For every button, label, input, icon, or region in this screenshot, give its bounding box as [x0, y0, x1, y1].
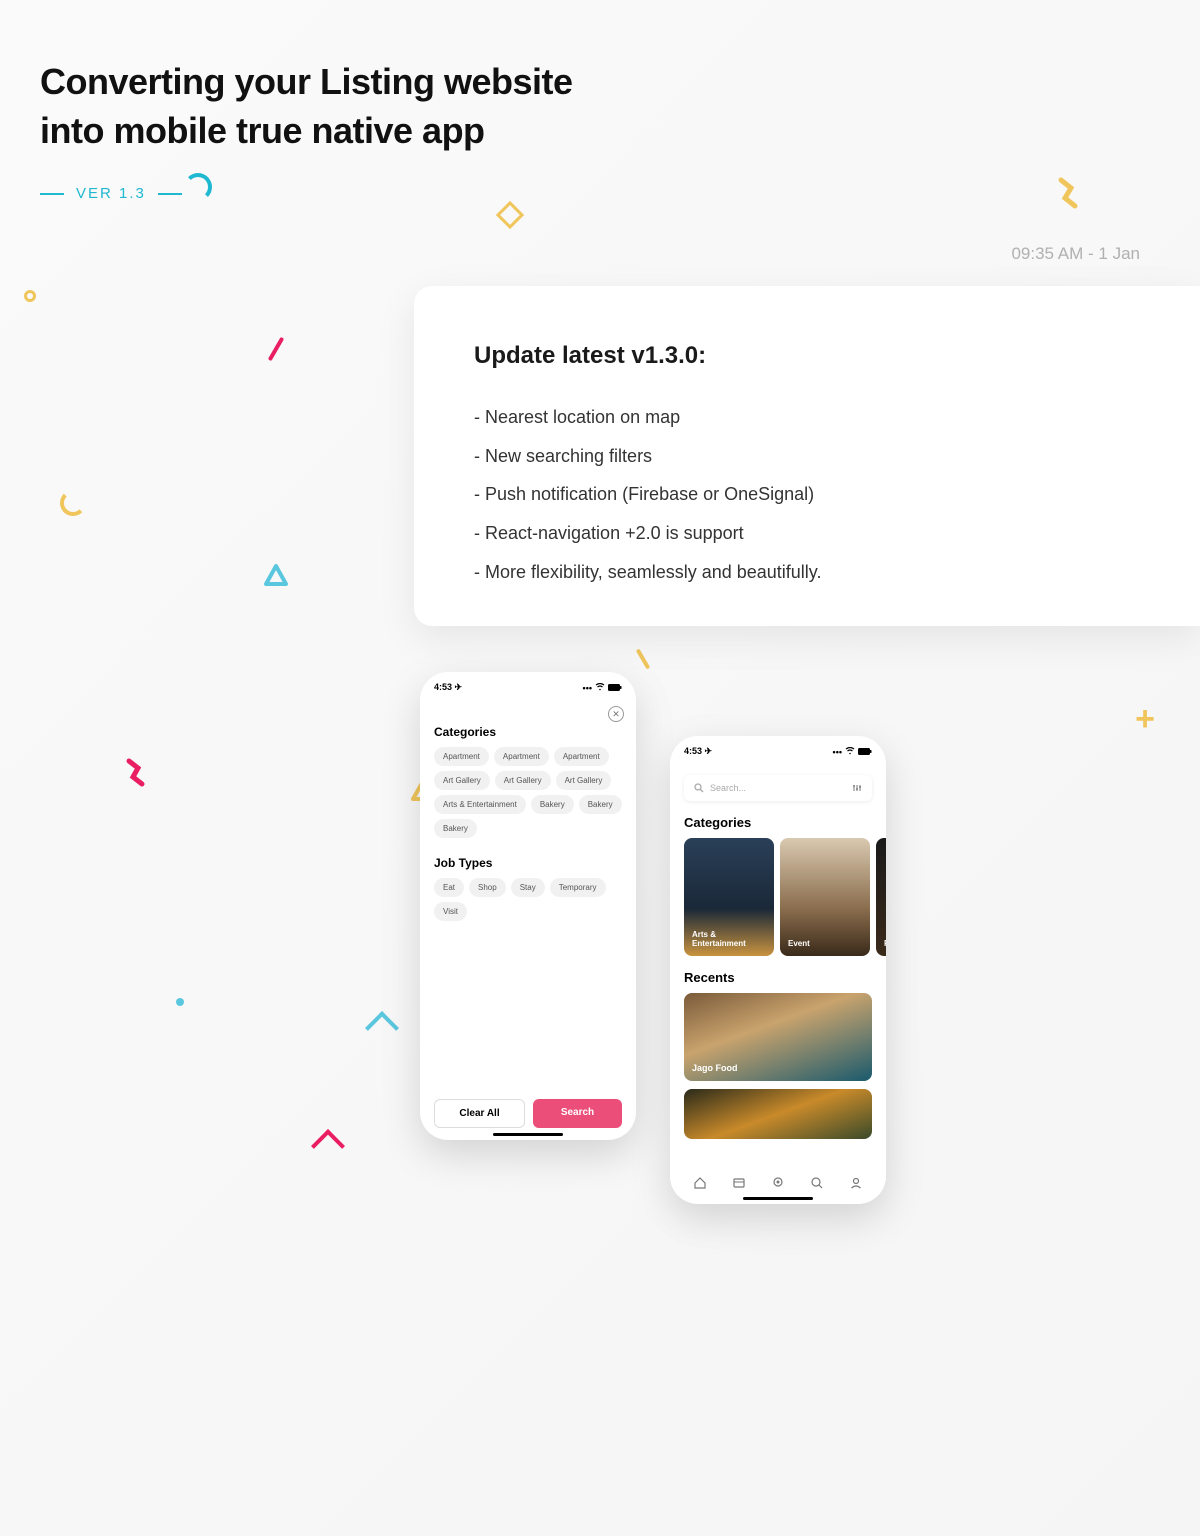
arc-icon: [60, 490, 86, 516]
phone-home: 4:53 ✈ ••• Search... Categories Arts & E…: [670, 736, 886, 1204]
categories-heading: Categories: [420, 725, 636, 739]
update-item: - Nearest location on map: [474, 398, 1140, 437]
caret-up-icon: [311, 1129, 345, 1163]
update-item: - React-navigation +2.0 is support: [474, 514, 1140, 553]
status-bar: 4:53 ✈ •••: [670, 736, 886, 761]
category-chip[interactable]: Apartment: [494, 747, 549, 766]
search-icon: [694, 783, 704, 793]
category-chip[interactable]: Art Gallery: [556, 771, 612, 790]
recent-label: Jago Food: [692, 1063, 738, 1073]
dash-icon: [40, 193, 64, 195]
signal-icon: •••: [583, 683, 592, 693]
status-icons: •••: [583, 683, 622, 693]
category-chip[interactable]: Apartment: [554, 747, 609, 766]
categories-heading: Categories: [670, 815, 886, 830]
jobtype-chip[interactable]: Shop: [469, 878, 506, 897]
diamond-icon: [496, 201, 524, 229]
recent-card[interactable]: [684, 1089, 872, 1139]
category-card[interactable]: Arts & Entertainment: [684, 838, 774, 956]
diagonal-line-icon: [636, 648, 650, 669]
category-card[interactable]: Event: [780, 838, 870, 956]
category-label: Arts & Entertainment: [692, 930, 766, 948]
category-card[interactable]: Fo: [876, 838, 886, 956]
phone-footer: Clear All Search: [434, 1099, 622, 1128]
battery-icon: [858, 747, 872, 757]
home-indicator-icon: [743, 1197, 813, 1200]
search-button[interactable]: Search: [533, 1099, 622, 1128]
recents-heading: Recents: [670, 970, 886, 985]
category-chip[interactable]: Bakery: [579, 795, 622, 814]
update-card: Update latest v1.3.0: - Nearest location…: [414, 286, 1200, 626]
version-row: VER 1.3: [40, 185, 182, 202]
phone-filters: 4:53 ✈ ••• ✕ Categories Apartment Apartm…: [420, 672, 636, 1140]
battery-icon: [608, 683, 622, 693]
dot-icon: [176, 998, 184, 1006]
category-label: Fo: [884, 939, 886, 948]
status-time: 4:53 ✈: [434, 682, 462, 693]
wifi-icon: [845, 747, 855, 757]
page-title: Converting your Listing website into mob…: [40, 58, 573, 155]
headline-line2: into mobile true native app: [40, 107, 573, 156]
timestamp: 09:35 AM - 1 Jan: [1011, 244, 1140, 264]
category-chip[interactable]: Bakery: [434, 819, 477, 838]
headline-line1: Converting your Listing website: [40, 58, 573, 107]
status-time: 4:53 ✈: [684, 746, 712, 757]
categories-chips: Apartment Apartment Apartment Art Galler…: [420, 747, 636, 838]
bottom-nav: [670, 1170, 886, 1196]
version-label: VER 1.3: [76, 185, 146, 202]
jobtype-chip[interactable]: Eat: [434, 878, 464, 897]
category-chip[interactable]: Art Gallery: [495, 771, 551, 790]
arc-icon: [184, 173, 212, 201]
close-button[interactable]: ✕: [608, 706, 624, 722]
search-input[interactable]: Search...: [684, 775, 872, 801]
search-icon[interactable]: [810, 1176, 824, 1190]
diagonal-line-icon: [268, 337, 284, 362]
caret-up-icon: [365, 1011, 399, 1045]
category-chip[interactable]: Apartment: [434, 747, 489, 766]
dash-icon: [158, 193, 182, 195]
pin-icon[interactable]: [771, 1176, 785, 1190]
zigzag-icon: [124, 755, 158, 789]
jobtype-chip[interactable]: Temporary: [550, 878, 606, 897]
jobtypes-chips: Eat Shop Stay Temporary Visit: [420, 878, 636, 921]
list-icon[interactable]: [732, 1176, 746, 1190]
plus-icon: +: [1135, 700, 1155, 739]
category-chip[interactable]: Arts & Entertainment: [434, 795, 526, 814]
triangle-icon: [263, 563, 289, 589]
home-indicator-icon: [493, 1133, 563, 1136]
search-placeholder: Search...: [710, 783, 746, 793]
category-label: Event: [788, 939, 810, 948]
clear-all-button[interactable]: Clear All: [434, 1099, 525, 1128]
signal-icon: •••: [833, 747, 842, 757]
wifi-icon: [595, 683, 605, 693]
status-bar: 4:53 ✈ •••: [420, 672, 636, 697]
status-icons: •••: [833, 747, 872, 757]
update-title: Update latest v1.3.0:: [474, 342, 1140, 370]
home-icon[interactable]: [693, 1176, 707, 1190]
update-item: - Push notification (Firebase or OneSign…: [474, 475, 1140, 514]
categories-row[interactable]: Arts & Entertainment Event Fo: [670, 838, 886, 956]
jobtypes-heading: Job Types: [420, 856, 636, 870]
zigzag-icon: [1055, 172, 1095, 212]
circle-icon: [24, 290, 36, 302]
category-chip[interactable]: Art Gallery: [434, 771, 490, 790]
jobtype-chip[interactable]: Stay: [511, 878, 545, 897]
recent-card[interactable]: Jago Food: [684, 993, 872, 1081]
user-icon[interactable]: [849, 1176, 863, 1190]
update-list: - Nearest location on map - New searchin…: [474, 398, 1140, 591]
category-chip[interactable]: Bakery: [531, 795, 574, 814]
jobtype-chip[interactable]: Visit: [434, 902, 467, 921]
filter-icon[interactable]: [852, 783, 862, 793]
update-item: - New searching filters: [474, 437, 1140, 476]
update-item: - More flexibility, seamlessly and beaut…: [474, 553, 1140, 592]
